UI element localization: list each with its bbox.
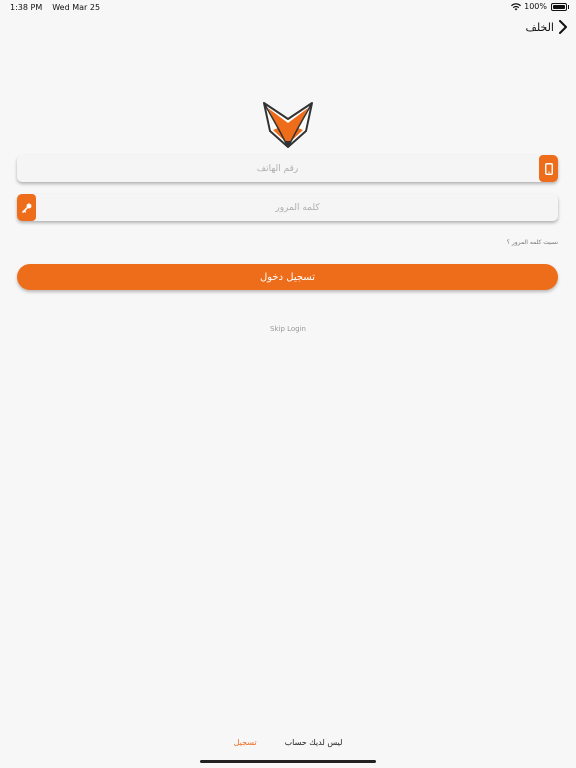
status-bar: 1:38 PM Wed Mar 25 100% [0, 0, 576, 14]
login-button[interactable]: تسجيل دخول [17, 264, 558, 290]
password-field [17, 194, 558, 221]
chevron-right-icon [559, 20, 567, 34]
status-left: 1:38 PM Wed Mar 25 [10, 3, 100, 12]
login-screen: 1:38 PM Wed Mar 25 100% الخلف رقم الهاتف… [0, 0, 576, 768]
phone-icon [544, 162, 553, 175]
home-indicator [200, 760, 376, 763]
skip-login-link[interactable]: Skip Login [0, 325, 576, 333]
battery-percentage: 100% [524, 2, 547, 11]
phone-icon-tab [539, 155, 558, 182]
password-input[interactable] [37, 194, 558, 221]
battery-icon [551, 2, 569, 11]
status-right: 100% [511, 2, 569, 11]
phone-input[interactable] [17, 155, 538, 182]
status-date: Wed Mar 25 [52, 3, 101, 12]
phone-field [17, 155, 558, 182]
forgot-password-link[interactable]: نسيت كلمه المرور ؟ [507, 239, 558, 246]
key-icon-tab [17, 194, 36, 221]
back-label: الخلف [525, 20, 554, 34]
status-time: 1:38 PM [10, 3, 43, 12]
key-icon [21, 203, 31, 213]
register-link[interactable]: تسجيل [234, 738, 257, 747]
footer: تسجيل ليس لديك حساب [0, 738, 576, 747]
fox-logo-icon [263, 102, 313, 148]
back-button[interactable]: الخلف [525, 20, 568, 34]
no-account-text: ليس لديك حساب [284, 738, 343, 747]
wifi-icon [511, 2, 522, 10]
